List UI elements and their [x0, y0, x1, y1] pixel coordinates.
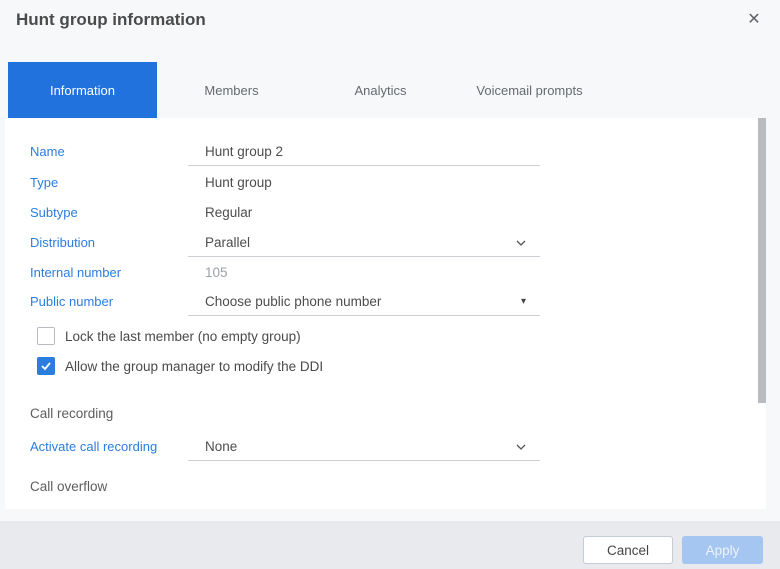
tab-bar: Information Members Analytics Voicemail … — [8, 62, 604, 118]
public-number-select[interactable]: Choose public phone number ▾ — [188, 288, 540, 316]
distribution-select[interactable]: Parallel — [188, 229, 540, 257]
vertical-scrollbar-thumb[interactable] — [758, 118, 766, 403]
activate-call-recording-select[interactable]: None — [188, 433, 540, 461]
type-value: Hunt group — [205, 175, 272, 190]
field-row-public-number: Public number Choose public phone number… — [30, 288, 726, 316]
caret-down-icon: ▾ — [520, 296, 526, 307]
allow-ddi-checkbox[interactable] — [37, 357, 55, 375]
information-tab-content: Name Hunt group 2 Type Hunt group Subtyp… — [5, 118, 766, 509]
lock-last-member-checkbox[interactable] — [37, 327, 55, 345]
dialog-footer: Cancel Apply — [0, 521, 780, 569]
activate-call-recording-label: Activate call recording — [30, 439, 158, 454]
subtype-label: Subtype — [30, 205, 78, 220]
call-overflow-heading: Call overflow — [30, 479, 108, 494]
distribution-label: Distribution — [30, 235, 96, 250]
tab-analytics[interactable]: Analytics — [306, 62, 455, 118]
field-row-internal-number: Internal number 105 — [30, 259, 726, 287]
internal-number-label: Internal number — [30, 265, 122, 280]
allow-ddi-row: Allow the group manager to modify the DD… — [37, 356, 323, 376]
subtype-value: Regular — [205, 205, 253, 220]
tab-information[interactable]: Information — [8, 62, 157, 118]
tab-members[interactable]: Members — [157, 62, 306, 118]
lock-last-member-label: Lock the last member (no empty group) — [65, 328, 301, 344]
field-row-type: Type Hunt group — [30, 169, 726, 197]
name-input[interactable]: Hunt group 2 — [188, 138, 540, 166]
call-recording-heading: Call recording — [30, 406, 114, 421]
name-label: Name — [30, 144, 65, 159]
apply-button[interactable]: Apply — [682, 536, 763, 564]
tab-voicemail-prompts[interactable]: Voicemail prompts — [455, 62, 604, 118]
allow-ddi-label: Allow the group manager to modify the DD… — [65, 358, 324, 374]
cancel-button[interactable]: Cancel — [583, 536, 673, 564]
distribution-selected-value: Parallel — [205, 235, 251, 250]
field-row-activate-call-recording: Activate call recording None — [30, 433, 726, 461]
public-number-selected-value: Choose public phone number — [205, 294, 382, 309]
public-number-label: Public number — [30, 294, 114, 309]
internal-number-value: 105 — [205, 265, 228, 280]
field-row-name: Name Hunt group 2 — [30, 138, 726, 166]
type-label: Type — [30, 175, 59, 190]
check-icon — [41, 362, 51, 371]
lock-last-member-row: Lock the last member (no empty group) — [37, 326, 301, 346]
close-icon[interactable]: ✕ — [743, 9, 765, 31]
field-row-distribution: Distribution Parallel — [30, 229, 726, 257]
activate-call-recording-selected-value: None — [205, 439, 238, 454]
chevron-down-icon — [516, 444, 526, 450]
field-row-subtype: Subtype Regular — [30, 199, 726, 227]
dialog-title: Hunt group information — [16, 10, 206, 29]
chevron-down-icon — [516, 240, 526, 246]
